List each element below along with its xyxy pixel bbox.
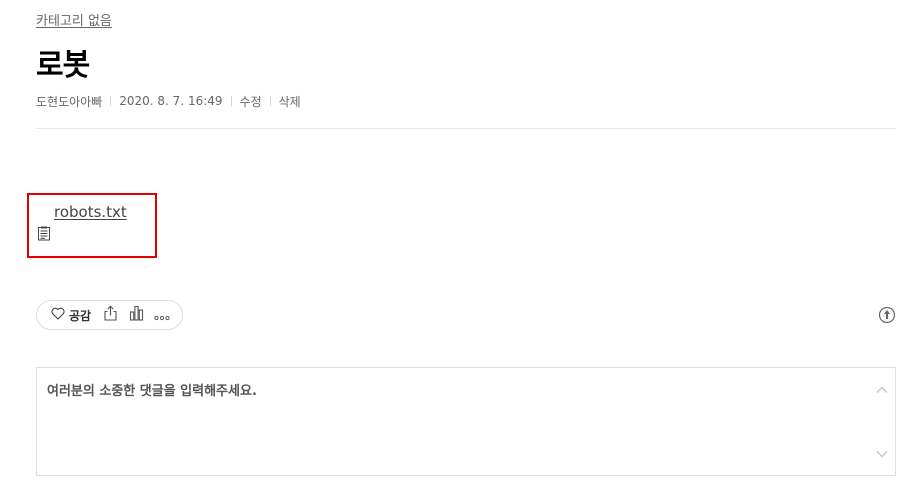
text-file-icon (37, 226, 51, 241)
meta-separator (269, 96, 271, 106)
post-actions-bar: 공감 (36, 300, 183, 330)
delete-link[interactable]: 삭제 (279, 93, 301, 110)
attachment-link[interactable]: robots.txt (54, 203, 127, 221)
like-label: 공감 (69, 308, 92, 323)
author-name: 도현도아아빠 (36, 94, 103, 109)
category-link[interactable]: 카테고리 없음 (36, 10, 112, 29)
like-button[interactable]: 공감 (51, 307, 91, 324)
meta-separator (110, 96, 112, 106)
comment-scrollbar[interactable] (869, 368, 895, 475)
report-button[interactable] (878, 306, 896, 324)
comment-box (36, 367, 896, 476)
meta-separator (230, 96, 232, 106)
heart-icon (51, 307, 69, 323)
blog-post-page: 카테고리 없음 로봇 도현도아아빠 2020. 8. 7. 16:49 수정 삭… (0, 0, 924, 482)
post-title: 로봇 (36, 48, 90, 83)
edit-link[interactable]: 수정 (240, 93, 262, 110)
header-divider (36, 128, 896, 129)
post-meta: 도현도아아빠 2020. 8. 7. 16:49 수정 삭제 (36, 92, 301, 110)
chevron-up-icon[interactable] (875, 382, 889, 396)
report-icon (878, 306, 896, 328)
more-button[interactable] (151, 304, 173, 326)
comment-input[interactable] (37, 368, 869, 475)
stats-button[interactable] (125, 304, 147, 326)
more-icon (154, 306, 170, 325)
post-date: 2020. 8. 7. 16:49 (119, 94, 223, 108)
share-icon (103, 305, 118, 325)
chevron-down-icon[interactable] (875, 446, 889, 460)
share-button[interactable] (99, 304, 121, 326)
stats-icon (129, 305, 144, 325)
